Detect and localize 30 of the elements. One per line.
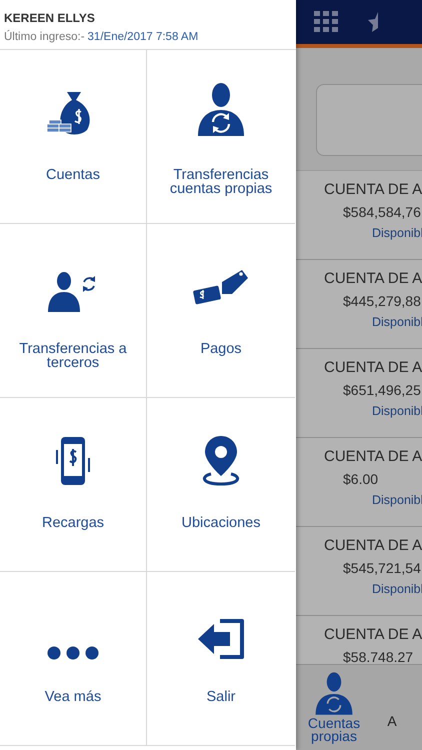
user-name: KEREEN ELLYS [4,11,95,25]
account-balance: $545,721,54 [342,560,422,576]
tab-item[interactable]: Cuentas propias [296,665,372,750]
account-name: CUENTA DE A [323,270,422,287]
account-balance: $584,584,76 [342,204,422,220]
account-balance: $58.748.27 [342,649,414,664]
phone-dollar-icon [56,436,90,486]
logout-icon [196,618,246,660]
grid-menu-icon[interactable] [314,11,338,33]
last-login-date: 31/Ene/2017 7:58 AM [88,31,198,43]
menu-tile[interactable]: Recargas [0,398,147,572]
account-name: CUENTA DE A [323,626,422,643]
person-sync-icon [314,671,354,717]
account-card[interactable]: CUENTA DE A $58.748.27 [296,616,422,664]
account-name: CUENTA DE A [323,448,422,465]
person-transfer-icon [48,272,98,312]
person-sync-icon [196,82,246,138]
menu-tile[interactable]: Vea más [0,572,147,746]
account-balance: $445,279,88 [342,293,422,309]
account-balance: $651,496,25 [342,382,422,398]
account-name: CUENTA DE A [323,537,422,554]
account-name: CUENTA DE A [323,181,422,198]
tab-item[interactable]: A [372,665,412,750]
account-balance: $6.00 [342,471,380,487]
account-name: CUENTA DE A [323,359,422,376]
menu-tile[interactable]: Cuentas [0,50,147,224]
more-icon [47,646,99,660]
star-icon[interactable] [368,12,378,32]
menu-tile[interactable]: Transferencias a terceros [0,224,147,398]
last-login-label: Último ingreso:- [4,31,85,43]
